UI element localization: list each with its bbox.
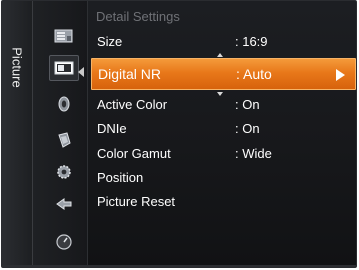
- menu-item-value: : On: [235, 96, 260, 112]
- menu-title: Detail Settings: [96, 9, 180, 24]
- bottom-edge: [2, 265, 356, 267]
- menu-item-label: Active Color: [97, 96, 168, 112]
- osd-panel: Picture Detail Settings Size: 16:9 Digi…: [1, 0, 357, 268]
- channel-icon[interactable]: [53, 129, 75, 151]
- menu-item-label: Picture Reset: [97, 193, 176, 209]
- support-icon[interactable]: [53, 231, 75, 253]
- selection-pointer-icon: [78, 67, 84, 77]
- menu-item-label: Size: [97, 33, 123, 49]
- picture-active-icon[interactable]: [49, 55, 79, 81]
- menu-item-dnie[interactable]: DNIe : On: [89, 116, 356, 140]
- menu-item-label: Position: [97, 169, 144, 185]
- input-icon[interactable]: [53, 193, 75, 215]
- tab-picture[interactable]: Picture: [4, 39, 30, 95]
- menu-item-value: : 16:9: [235, 33, 268, 49]
- menu-item-label: DNIe: [97, 120, 127, 136]
- scroll-up-icon: [217, 53, 223, 57]
- menu-icon-column: [33, 1, 88, 267]
- category-tab-strip: Picture: [2, 1, 33, 267]
- menu-item-value: : Wide: [235, 145, 272, 161]
- menu-item-value: : On: [235, 120, 260, 136]
- tv-osd-frame: Picture Detail Settings Size: 16:9 Digi…: [0, 0, 359, 270]
- setup-gear-icon[interactable]: [53, 161, 75, 183]
- submenu-arrow-icon[interactable]: [336, 69, 345, 81]
- menu-item-label: Digital NR: [98, 66, 162, 82]
- sound-icon[interactable]: [53, 93, 75, 115]
- picture-menu-icon[interactable]: [53, 25, 75, 47]
- detail-settings-menu: Detail Settings Size : 16:9 Digital NR :…: [89, 1, 356, 267]
- menu-item-digital-nr[interactable]: Digital NR : Auto: [91, 58, 356, 90]
- menu-item-color-gamut[interactable]: Color Gamut : Wide: [89, 141, 356, 165]
- tab-picture-label: Picture: [9, 46, 25, 88]
- menu-item-value: : Auto: [236, 66, 272, 82]
- menu-item-active-color[interactable]: Active Color : On: [89, 92, 356, 116]
- menu-item-position[interactable]: Position: [89, 165, 356, 189]
- menu-item-size[interactable]: Size : 16:9: [89, 29, 356, 53]
- menu-item-picture-reset[interactable]: Picture Reset: [89, 189, 356, 213]
- menu-item-label: Color Gamut: [97, 145, 171, 161]
